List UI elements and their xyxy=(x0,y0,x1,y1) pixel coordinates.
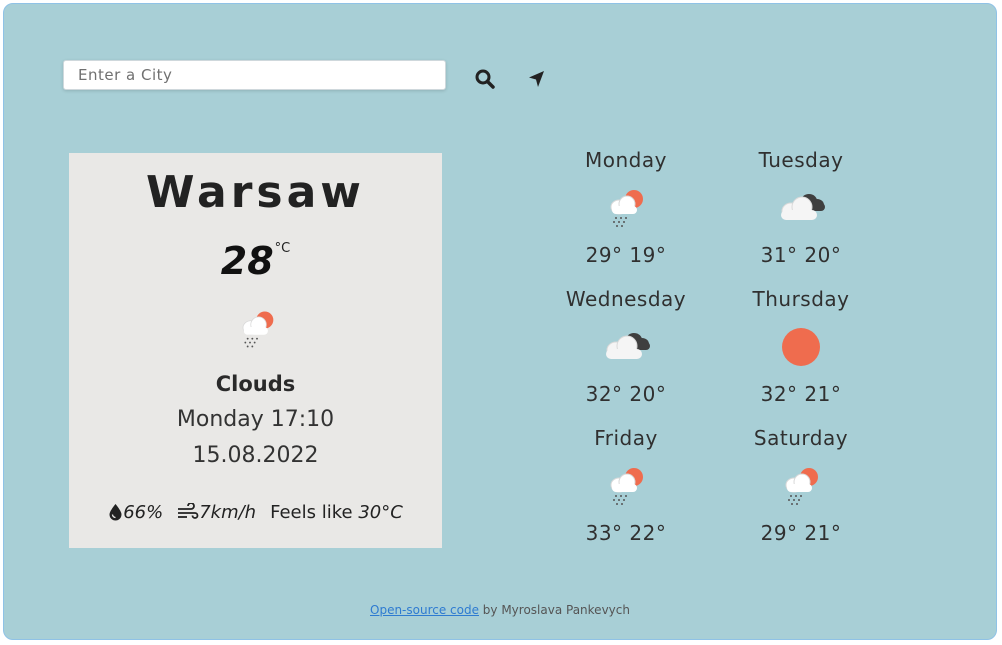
forecast-day: Thursday 32° 21° xyxy=(701,286,901,406)
search-button[interactable] xyxy=(472,66,498,92)
forecast-day-name: Thursday xyxy=(752,287,850,311)
city-search-input[interactable] xyxy=(63,60,446,90)
forecast-day-name: Tuesday xyxy=(758,148,844,172)
current-location-button[interactable] xyxy=(524,66,550,92)
cloud-rain-sun-icon xyxy=(785,468,818,505)
current-temperature: 28°C xyxy=(69,239,442,283)
forecast-day: Wednesday 32° 20° xyxy=(526,286,726,406)
broken-clouds-icon xyxy=(606,333,650,359)
humidity-drop-icon xyxy=(109,504,122,521)
humidity-value: 66% xyxy=(123,502,164,523)
forecast-temperatures: 33° 22° xyxy=(585,521,667,545)
current-weather-card: Warsaw 28°C Clouds Monday 17:10 15.08.20… xyxy=(69,153,442,548)
forecast-day-name: Saturday xyxy=(753,426,849,450)
forecast-day: Tuesday 31° 20° xyxy=(701,147,901,267)
footer: Open-source code by Myroslava Pankevych xyxy=(4,603,996,617)
search-icon xyxy=(475,69,495,89)
location-arrow-icon xyxy=(529,71,544,87)
weather-app: Warsaw 28°C Clouds Monday 17:10 15.08.20… xyxy=(3,3,997,640)
forecast-day-name: Monday xyxy=(585,148,667,172)
cloud-rain-sun-icon xyxy=(610,468,643,505)
footer-author: by Myroslava Pankevych xyxy=(478,603,630,617)
cloud-rain-sun-icon xyxy=(610,190,643,227)
current-date: 15.08.2022 xyxy=(192,443,319,468)
open-source-link[interactable]: Open-source code xyxy=(370,603,479,617)
forecast-day: Monday 29° 19° xyxy=(526,147,726,267)
forecast-day-name: Wednesday xyxy=(565,287,687,311)
temperature-value: 28 xyxy=(220,239,274,283)
weather-condition: Clouds xyxy=(215,372,296,396)
city-name: Warsaw xyxy=(146,167,365,218)
temperature-unit[interactable]: °C xyxy=(275,241,291,256)
weather-details: 66% 7km/h Feels like 30°C xyxy=(69,502,442,523)
wind-value: 7km/h xyxy=(199,502,257,523)
sun-icon xyxy=(782,328,820,366)
forecast-temperatures: 29° 21° xyxy=(760,521,842,545)
current-day-time: Monday 17:10 xyxy=(176,407,335,432)
forecast-temperatures: 32° 20° xyxy=(585,382,667,406)
broken-clouds-icon xyxy=(781,194,825,220)
feels-like-value: 30°C xyxy=(358,502,403,523)
forecast-temperatures: 32° 21° xyxy=(760,382,842,406)
feels-like-label: Feels like xyxy=(270,502,353,523)
forecast-temperatures: 31° 20° xyxy=(760,243,842,267)
forecast-day: Saturday 29° 21° xyxy=(701,425,901,545)
forecast-day: Friday 33° 22° xyxy=(526,425,726,545)
cloud-rain-sun-icon xyxy=(242,311,274,348)
forecast-temperatures: 29° 19° xyxy=(585,243,667,267)
wind-icon xyxy=(178,502,199,519)
forecast-day-name: Friday xyxy=(594,426,658,450)
